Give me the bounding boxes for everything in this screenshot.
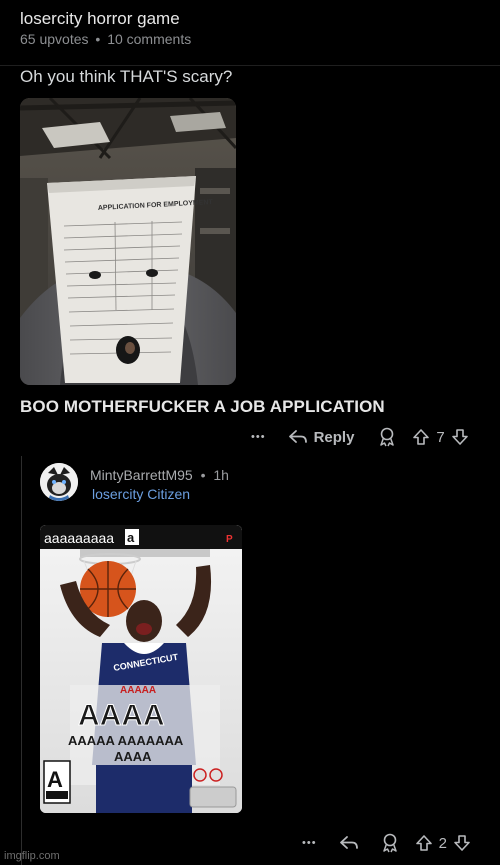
reply-arrow-icon bbox=[288, 430, 307, 443]
comment-text-bottom: BOO MOTHERFUCKER A JOB APPLICATION bbox=[20, 397, 385, 416]
job-application-photo[interactable]: APPLICATION FOR EMPLOYMENT bbox=[20, 98, 236, 385]
comment2-header: MintyBarrettM95 • 1h bbox=[90, 467, 229, 483]
logo-line-1: AAAAA bbox=[120, 685, 156, 696]
imgflip-watermark: imgflip.com bbox=[4, 850, 60, 862]
downvote-button[interactable] bbox=[451, 428, 469, 446]
comment2-action-bar: ••• 2 bbox=[302, 832, 471, 854]
comment1-action-bar: ••• Reply 7 bbox=[251, 426, 469, 448]
logo-line-3: AAAA bbox=[114, 749, 152, 764]
game-cover-image[interactable]: aaaaaaaaa a P CONNECTICUT AAAAA AAAA AAA… bbox=[40, 525, 242, 813]
logo-big-text: AAAA bbox=[78, 699, 165, 732]
upvote-button[interactable] bbox=[415, 834, 433, 852]
upvote-button[interactable] bbox=[412, 428, 430, 446]
user-flair: losercity Citizen bbox=[92, 486, 191, 502]
upvote-arrow-icon bbox=[413, 429, 430, 445]
post-title[interactable]: losercity horror game bbox=[20, 9, 180, 29]
reply-label: Reply bbox=[313, 428, 355, 446]
comment-time: 1h bbox=[213, 467, 229, 483]
logo-line-2: AAAAA AAAAAAA bbox=[68, 733, 184, 748]
award-icon bbox=[382, 833, 397, 853]
thread-line[interactable] bbox=[21, 456, 22, 865]
more-options-button[interactable]: ••• bbox=[251, 431, 266, 443]
comment-count[interactable]: 10 comments bbox=[107, 31, 191, 47]
award-button[interactable] bbox=[381, 833, 399, 853]
console-logo-text: P bbox=[226, 534, 233, 545]
photo-illustration: APPLICATION FOR EMPLOYMENT bbox=[20, 98, 236, 385]
upvote-arrow-icon bbox=[415, 835, 432, 851]
rating-letter: A bbox=[47, 767, 63, 792]
avatar[interactable] bbox=[40, 463, 78, 501]
more-options-button[interactable]: ••• bbox=[302, 837, 317, 849]
cover-header-text: aaaaaaaaa bbox=[44, 530, 114, 546]
reply-arrow-icon bbox=[339, 836, 358, 849]
downvote-button[interactable] bbox=[453, 834, 471, 852]
username[interactable]: MintyBarrettM95 bbox=[90, 467, 193, 483]
comment1-score: 7 bbox=[436, 428, 445, 446]
cover-illustration: aaaaaaaaa a P CONNECTICUT AAAAA AAAA AAA… bbox=[40, 525, 242, 813]
post-header: losercity horror game 65 upvotes • 10 co… bbox=[0, 0, 500, 66]
reply-button[interactable] bbox=[339, 834, 359, 852]
avatar-character-icon bbox=[40, 463, 78, 501]
comment-text-top: Oh you think THAT'S scary? bbox=[20, 67, 233, 86]
meta-separator: • bbox=[95, 31, 101, 47]
award-button[interactable] bbox=[378, 427, 396, 447]
upvote-count: 65 upvotes bbox=[20, 31, 89, 47]
header-separator: • bbox=[200, 467, 206, 483]
cover-badge-text: a bbox=[127, 530, 135, 545]
downvote-arrow-icon bbox=[451, 429, 468, 445]
award-icon bbox=[380, 427, 395, 447]
comment2-score: 2 bbox=[438, 834, 447, 852]
reply-button[interactable]: Reply bbox=[288, 428, 355, 446]
downvote-arrow-icon bbox=[454, 835, 470, 851]
post-meta: 65 upvotes • 10 comments bbox=[20, 31, 191, 47]
